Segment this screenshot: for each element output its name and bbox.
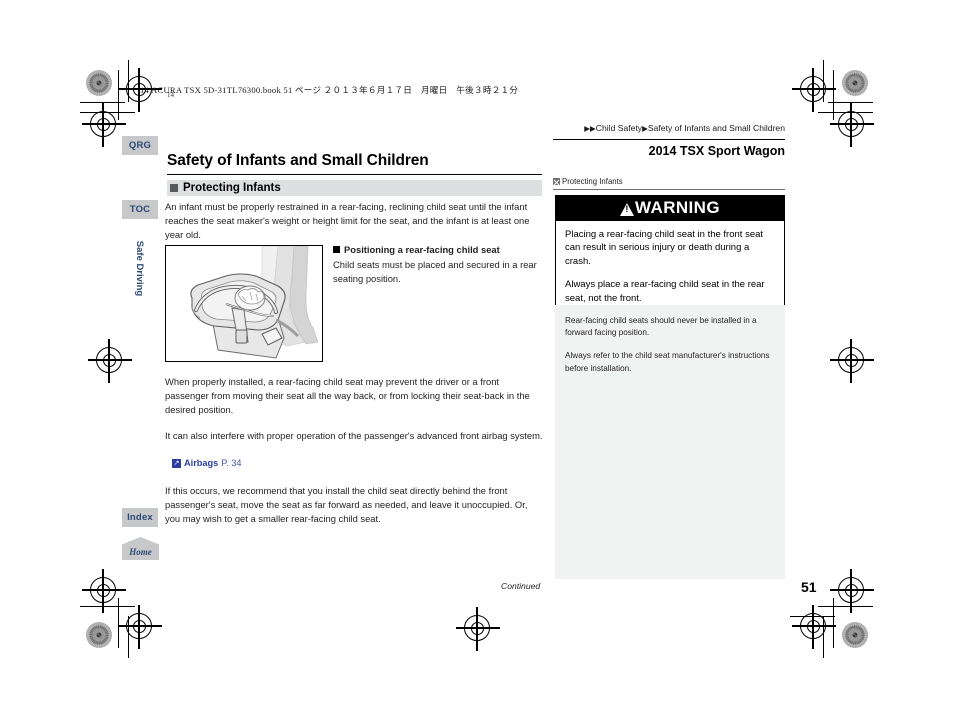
- sidebar-tab-index[interactable]: Index: [122, 508, 158, 527]
- registration-target: [456, 607, 500, 651]
- breadcrumb-item-current[interactable]: Safety of Infants and Small Children: [648, 123, 785, 133]
- sidebar-tab-qrg-label: QRG: [128, 140, 152, 151]
- body-paragraph-2: When properly installed, a rear-facing c…: [165, 376, 530, 416]
- warning-box: WARNING Placing a rear-facing child seat…: [555, 195, 785, 316]
- section-subhead: Protecting Infants: [167, 180, 542, 196]
- crop-mark-horizontal: [818, 606, 873, 608]
- body-paragraph-3: It can also interfere with proper operat…: [165, 430, 543, 441]
- registration-target: [792, 68, 836, 112]
- registration-blob: [86, 622, 112, 648]
- jump-arrow-icon: ↗: [172, 458, 181, 468]
- registration-target: [830, 103, 874, 147]
- sidenote-panel: Rear-facing child seats should never be …: [555, 305, 785, 579]
- child-seat-illustration: [165, 245, 323, 362]
- model-divider: [553, 139, 785, 140]
- sidenote-paragraph-2: Always refer to the child seat manufactu…: [565, 351, 770, 373]
- book-imprint-line: 14 ACURA TSX 5D-31TL76300.book 51 ページ ２０…: [140, 85, 519, 95]
- bullet-square-icon: [170, 184, 178, 192]
- page-number: 51: [801, 579, 817, 595]
- registration-target: [830, 339, 874, 383]
- crop-mark-vertical: [118, 70, 120, 120]
- registration-target: [792, 605, 836, 649]
- sidebar-tab-home-label: Home: [129, 547, 152, 557]
- sidebar-tab-index-label: Index: [127, 512, 153, 523]
- continued-label: Continued: [501, 581, 541, 591]
- crop-mark-vertical: [833, 598, 835, 648]
- sidebar-tab-toc[interactable]: TOC: [122, 200, 158, 219]
- crop-mark-vertical: [118, 598, 120, 648]
- registration-target: [830, 569, 874, 613]
- sidenote-divider: [553, 189, 785, 190]
- figure-caption-body: Child seats must be placed and secured i…: [333, 259, 537, 285]
- crop-mark-vertical: [833, 70, 835, 120]
- figure-caption-heading: Positioning a rear-facing child seat: [344, 244, 500, 255]
- cross-reference-target[interactable]: Airbags: [184, 458, 218, 468]
- warning-paragraph-2: Always place a rear-facing child seat in…: [565, 279, 765, 304]
- cross-reference-link[interactable]: ↗ Airbags P. 34: [172, 458, 242, 468]
- registration-target: [88, 339, 132, 383]
- cross-reference-page[interactable]: P. 34: [221, 458, 241, 468]
- registration-blob: [86, 70, 112, 96]
- sidebar-tab-home[interactable]: Home: [122, 537, 159, 560]
- body-paragraph-4: If this occurs, we recommend that you in…: [165, 485, 528, 525]
- registration-target: [118, 605, 162, 649]
- breadcrumb-arrow-icon: ▶: [642, 123, 648, 133]
- section-subhead-label: Protecting Infants: [183, 182, 281, 194]
- registration-target: [82, 103, 126, 147]
- page-title: Safety of Infants and Small Children: [167, 152, 429, 169]
- warning-title-label: WARNING: [635, 198, 720, 217]
- registration-blob: [842, 70, 868, 96]
- sidebar-tab-toc-label: TOC: [129, 204, 151, 215]
- sidenote-heading: Protecting Infants: [553, 177, 785, 186]
- breadcrumb-item-child-safety[interactable]: Child Safety: [596, 123, 642, 133]
- sidenote-heading-label: Protecting Infants: [562, 177, 623, 186]
- breadcrumb-arrow-icon: ▶: [589, 123, 596, 133]
- sidenote-paragraph-1: Rear-facing child seats should never be …: [565, 316, 757, 338]
- warning-body: Placing a rear-facing child seat in the …: [556, 221, 784, 314]
- breadcrumb[interactable]: ▶▶Child Safety▶Safety of Infants and Sma…: [584, 123, 785, 133]
- sidebar-tab-qrg[interactable]: QRG: [122, 136, 158, 155]
- crop-mark-horizontal: [80, 606, 135, 608]
- registration-blob: [842, 622, 868, 648]
- bullet-square-solid-icon: [333, 246, 340, 253]
- note-marker-icon: [553, 178, 560, 185]
- registration-target: [82, 569, 126, 613]
- warning-title-bar: WARNING: [556, 196, 784, 221]
- warning-triangle-icon: [620, 202, 635, 216]
- body-paragraph-1: An infant must be properly restrained in…: [165, 201, 530, 241]
- figure-caption-block: Positioning a rear-facing child seat Chi…: [333, 243, 543, 287]
- sidebar-tab-section[interactable]: Safe Driving: [122, 228, 158, 308]
- title-divider: [167, 174, 542, 176]
- model-name: 2014 TSX Sport Wagon: [648, 144, 785, 158]
- sidebar-tab-section-label: Safe Driving: [134, 240, 146, 296]
- warning-paragraph-1: Placing a rear-facing child seat in the …: [565, 229, 764, 267]
